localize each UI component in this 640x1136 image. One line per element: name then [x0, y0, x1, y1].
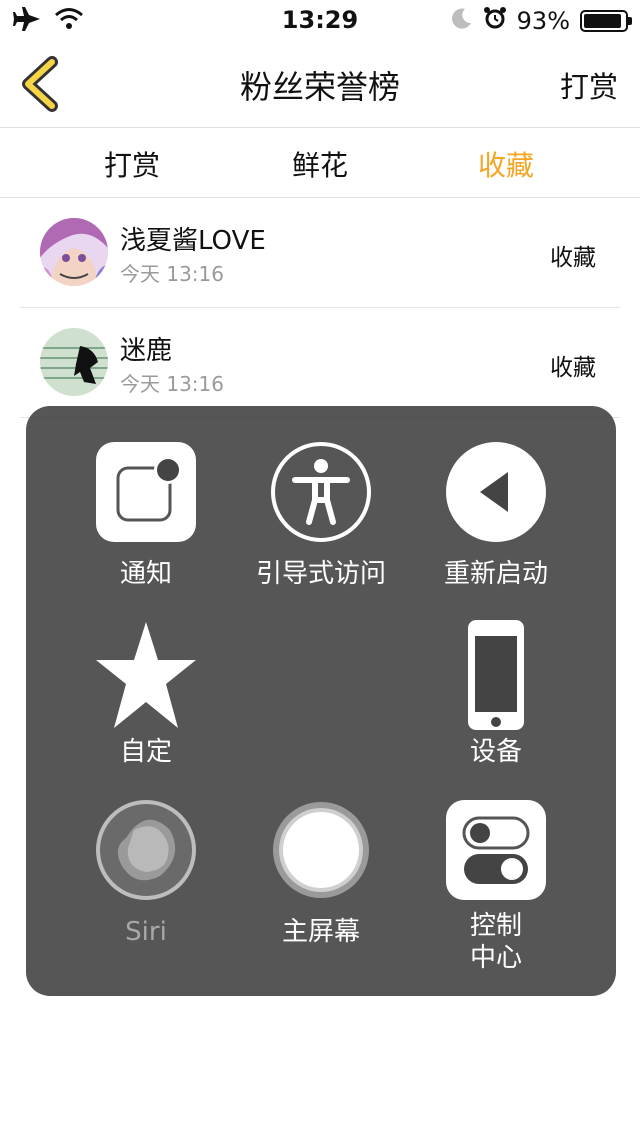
tab-favorites[interactable]: 收藏: [436, 144, 576, 184]
nav-bar: 粉丝荣誉榜 打赏: [0, 40, 640, 128]
siri-button[interactable]: Siri: [48, 800, 244, 950]
guided-access-label: 引导式访问: [255, 559, 386, 589]
page-title: 粉丝荣誉榜: [239, 68, 400, 106]
home-label: 主屏幕: [281, 917, 360, 947]
timestamp: 今天 13:16: [120, 262, 224, 286]
reward-button[interactable]: 打赏: [560, 64, 618, 106]
tab-flowers[interactable]: 鲜花: [250, 144, 390, 184]
moon-icon: [451, 7, 473, 35]
action-label: 收藏: [550, 355, 596, 381]
siri-label: Siri: [125, 917, 167, 947]
tab-bar: 打赏 鲜花 收藏: [0, 128, 640, 198]
notification-label: 通知: [119, 559, 172, 589]
restart-button[interactable]: 重新启动: [398, 442, 594, 592]
device-button[interactable]: 设备: [398, 620, 594, 770]
phone-icon: [446, 620, 546, 730]
guided-access-button[interactable]: 引导式访问: [223, 442, 419, 592]
user-name: 迷鹿: [120, 336, 173, 366]
battery-icon: [580, 10, 632, 32]
control-center-button[interactable]: 控制 中心: [398, 800, 594, 980]
tab-reward[interactable]: 打赏: [62, 144, 202, 184]
restart-label: 重新启动: [443, 559, 548, 589]
list-item[interactable]: 迷鹿 今天 13:16 收藏: [20, 308, 620, 418]
toggle-icon: [446, 800, 546, 900]
assistive-touch-menu: 通知 引导式访问 重新启动 自定 设备 Siri 主屏幕 控制 中心: [26, 406, 616, 996]
custom-label: 自定: [119, 737, 172, 767]
list-item[interactable]: 浅夏酱LOVE 今天 13:16 收藏: [20, 198, 620, 308]
home-button[interactable]: 主屏幕: [223, 800, 419, 950]
alarm-icon: [483, 6, 507, 36]
star-icon: [96, 620, 196, 728]
device-label: 设备: [469, 737, 522, 767]
accessibility-icon: [271, 442, 371, 542]
home-circle-icon: [271, 800, 371, 900]
control-center-label: 控制 中心: [469, 911, 522, 973]
custom-button[interactable]: 自定: [48, 620, 244, 770]
avatar: [40, 218, 108, 286]
siri-icon: [96, 800, 196, 900]
status-bar: 13:29 93%: [0, 0, 640, 40]
battery-percent: 93%: [516, 7, 570, 35]
avatar: [40, 328, 108, 396]
timestamp: 今天 13:16: [120, 372, 224, 396]
play-back-icon: [446, 442, 546, 542]
action-label: 收藏: [550, 245, 596, 271]
notification-icon: [96, 442, 196, 542]
user-name: 浅夏酱LOVE: [120, 226, 266, 256]
notification-button[interactable]: 通知: [48, 442, 244, 592]
